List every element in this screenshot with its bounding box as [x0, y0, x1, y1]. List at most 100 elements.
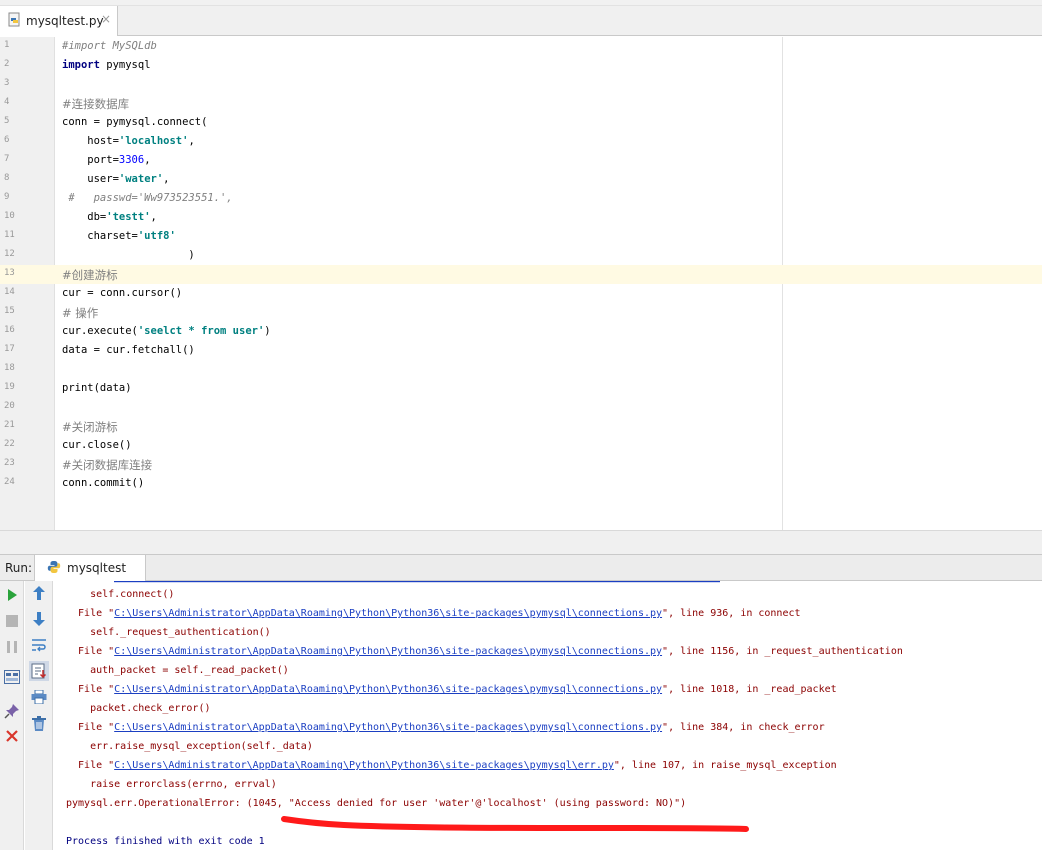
code-text: charset='utf8' [62, 230, 176, 242]
traceback-suffix: ", line 1156, in _request_authentication [662, 646, 903, 657]
code-line-14: 14 cur = conn.cursor() [0, 284, 1042, 303]
tab-mysqltest-py[interactable]: mysqltest.py × [0, 6, 118, 36]
scroll-to-end-icon[interactable] [29, 661, 49, 681]
tab-label: mysqltest.py [26, 14, 104, 28]
up-arrow-icon[interactable] [30, 584, 48, 602]
line-number: 17 [4, 344, 15, 354]
line-number: 4 [4, 97, 10, 107]
code-line-10: 10 db='testt', [0, 208, 1042, 227]
code-text: user='water', [62, 173, 170, 185]
editor-tab-bar: mysqltest.py × [0, 6, 1042, 36]
line-number: 9 [4, 192, 10, 202]
code-text: print(data) [62, 382, 132, 394]
line-number: 19 [4, 382, 15, 392]
line-number: 8 [4, 173, 10, 183]
string-literal: 'testt' [106, 211, 151, 223]
run-console-output[interactable]: self.connect() File "C:\Users\Administra… [54, 581, 1042, 850]
code-segment: host= [62, 135, 119, 147]
line-number: 16 [4, 325, 15, 335]
file-path-link[interactable]: C:\Users\Administrator\AppData\Roaming\P… [114, 608, 662, 619]
line-number: 7 [4, 154, 10, 164]
error-message: pymysql.err.OperationalError: (1045, "Ac… [66, 798, 687, 809]
string-literal: 'seelct * from user' [137, 325, 265, 337]
console-scroll-cut-line [114, 581, 720, 583]
code-editor[interactable]: 1 #import MySQLdb 2 import pymysql 3 4 #… [0, 37, 1042, 530]
line-number: 20 [4, 401, 15, 411]
python-file-icon [8, 12, 22, 31]
traceback-suffix: ", line 107, in raise_mysql_exception [613, 760, 837, 771]
run-console-toolbar [25, 581, 53, 850]
line-number: 11 [4, 230, 15, 240]
code-text: ) [62, 249, 195, 261]
code-segment: cur.execute( [62, 325, 138, 337]
code-line-2: 2 import pymysql [0, 56, 1042, 75]
run-label: Run: [5, 561, 33, 575]
layout-icon[interactable] [3, 668, 21, 686]
keyword: import [62, 59, 100, 71]
code-line-3: 3 [0, 75, 1042, 94]
code-segment: port= [62, 154, 119, 166]
tab-close-icon[interactable]: × [101, 12, 111, 26]
file-path-link[interactable]: C:\Users\Administrator\AppData\Roaming\P… [114, 760, 614, 771]
code-text: data = cur.fetchall() [62, 344, 195, 356]
code-line-24: 24 conn.commit() [0, 474, 1042, 493]
close-icon[interactable] [3, 727, 21, 745]
code-segment: db= [62, 211, 107, 223]
number-literal: 3306 [118, 154, 145, 166]
stop-icon[interactable] [3, 612, 21, 630]
string-literal: 'water' [118, 173, 164, 185]
line-number: 15 [4, 306, 15, 316]
traceback-prefix: File " [66, 684, 115, 695]
run-tab-mysqltest[interactable]: mysqltest [34, 555, 146, 581]
code-comment: # 操作 [62, 306, 99, 320]
pause-icon[interactable] [3, 638, 21, 656]
code-line-5: 5 conn = pymysql.connect( [0, 113, 1042, 132]
code-text: cur = conn.cursor() [62, 287, 183, 299]
line-number: 2 [4, 59, 10, 69]
code-text: db='testt', [62, 211, 157, 223]
code-text: cur.execute('seelct * from user') [62, 325, 271, 337]
pin-icon[interactable] [3, 702, 21, 720]
traceback-code-line: err.raise_mysql_exception(self._data) [66, 741, 313, 752]
code-segment: user= [62, 173, 119, 185]
code-line-22: 22 cur.close() [0, 436, 1042, 455]
code-comment: # passwd='Ww973523551.', [62, 192, 233, 204]
traceback-prefix: File " [66, 760, 115, 771]
code-line-8: 8 user='water', [0, 170, 1042, 189]
traceback-code-line: auth_packet = self._read_packet() [66, 665, 289, 676]
line-number: 6 [4, 135, 10, 145]
soft-wrap-icon[interactable] [30, 636, 48, 654]
code-text: port=3306, [62, 154, 151, 166]
file-path-link[interactable]: C:\Users\Administrator\AppData\Roaming\P… [114, 722, 662, 733]
trash-icon[interactable] [30, 714, 48, 732]
code-line-18: 18 [0, 360, 1042, 379]
code-line-1: 1 #import MySQLdb [0, 37, 1042, 56]
traceback-file-line: File "C:\Users\Administrator\AppData\Roa… [66, 760, 837, 779]
traceback-code-line: self._request_authentication() [66, 627, 271, 638]
code-segment: , [188, 135, 195, 147]
editor-bottom-strip [0, 530, 1042, 554]
run-left-toolbar [0, 581, 24, 850]
line-number: 1 [4, 40, 10, 50]
line-number: 13 [4, 268, 15, 278]
file-path-link[interactable]: C:\Users\Administrator\AppData\Roaming\P… [114, 646, 662, 657]
traceback-code-line: self.connect() [66, 589, 175, 600]
code-line-19: 19 print(data) [0, 379, 1042, 398]
run-tab-label: mysqltest [67, 561, 127, 575]
file-path-link[interactable]: C:\Users\Administrator\AppData\Roaming\P… [114, 684, 662, 695]
code-line-21: 21 #关闭游标 [0, 417, 1042, 436]
down-arrow-icon[interactable] [30, 610, 48, 628]
traceback-suffix: ", line 384, in check_error [662, 722, 825, 733]
traceback-file-line: File "C:\Users\Administrator\AppData\Roa… [66, 608, 801, 627]
code-segment: , [144, 154, 151, 166]
code-text: host='localhost', [62, 135, 195, 147]
code-line-13-current: 13 #创建游标 [0, 265, 1042, 284]
code-line-17: 17 data = cur.fetchall() [0, 341, 1042, 360]
rerun-icon[interactable] [3, 586, 21, 604]
line-number: 24 [4, 477, 15, 487]
code-line-12: 12 ) [0, 246, 1042, 265]
code-segment: , [163, 173, 170, 185]
line-number: 12 [4, 249, 15, 259]
print-icon[interactable] [30, 688, 48, 706]
code-comment: #关闭游标 [62, 420, 118, 434]
